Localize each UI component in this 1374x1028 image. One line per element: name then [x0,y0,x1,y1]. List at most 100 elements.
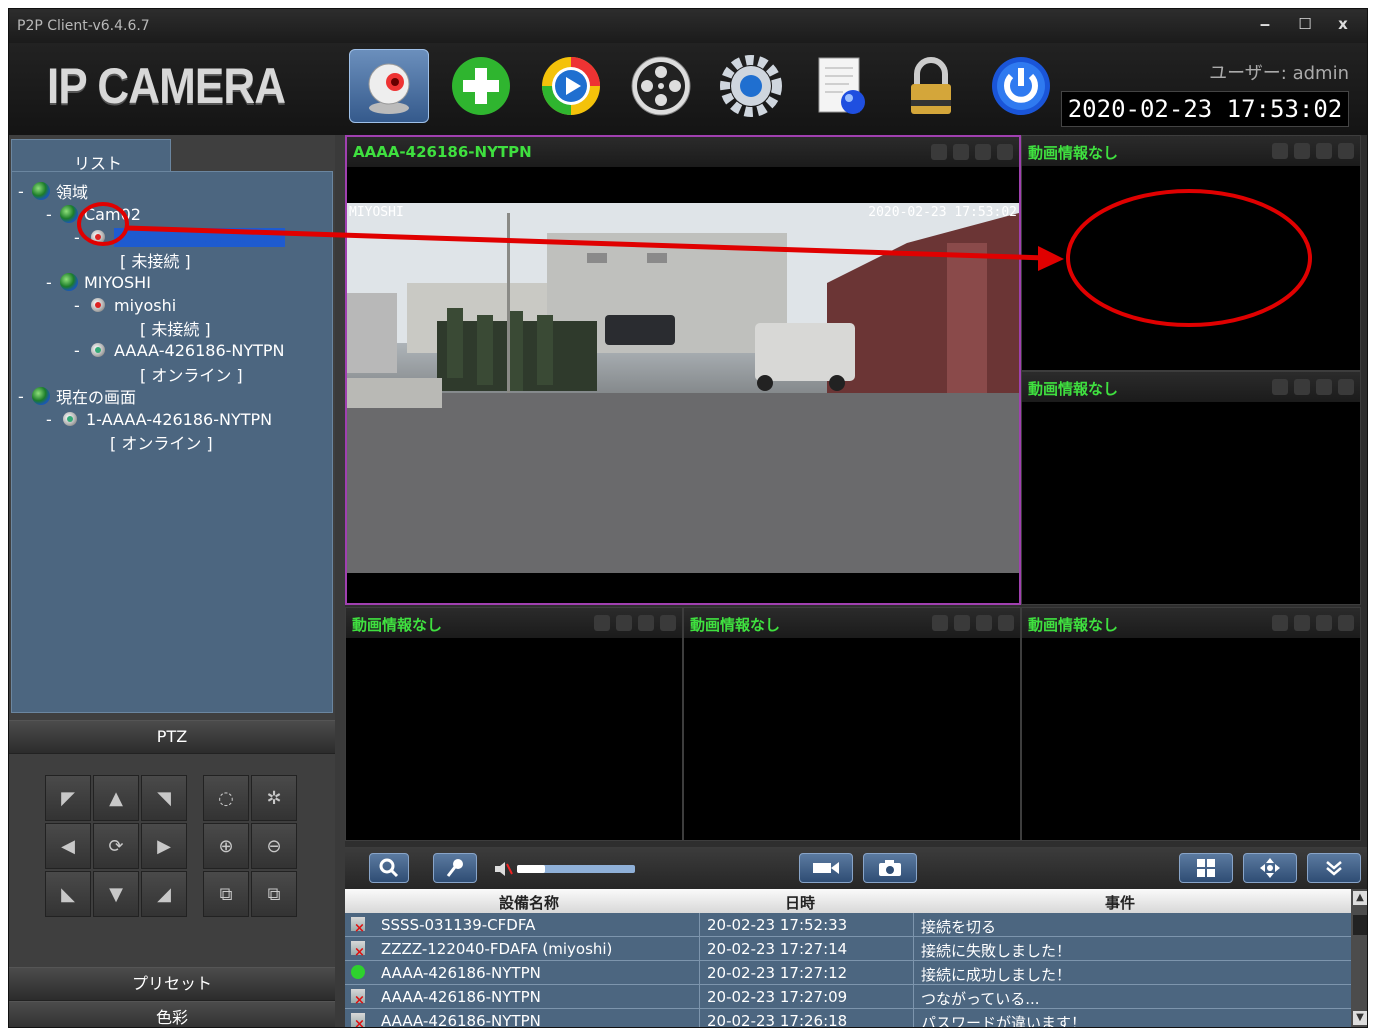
log-button[interactable] [801,49,881,123]
column-header-event[interactable]: 事件 [1105,892,1135,913]
record-icon [976,615,992,631]
video-cell-2[interactable]: 動画情報なし [1021,135,1361,371]
power-button[interactable] [981,49,1061,123]
camera-online-icon [88,341,108,359]
focus-far-button[interactable]: ✲ [251,775,297,821]
ptz-right-button[interactable]: ▶ [141,823,187,869]
left-panel: リスト - 領域 - Cam02 - SSSS-031139-CFDFA [ 未… [9,135,335,1027]
snapshot-button[interactable] [863,853,917,883]
audio-icon [1294,615,1310,631]
table-row[interactable]: AAAA-426186-NYTPN 20-02-23 17:27:12 接続に成… [345,961,1351,985]
volume-slider[interactable] [517,865,635,873]
scroll-thumb[interactable] [1353,915,1367,935]
audio-icon [1294,379,1310,395]
playback-button[interactable] [531,49,611,123]
ptz-icon [931,144,947,160]
lock-button[interactable] [891,49,971,123]
ptz-up-button[interactable]: ▲ [93,775,139,821]
maximize-button[interactable]: ☐ [1289,13,1321,35]
tree-node-current-screen[interactable]: - 現在の画面 [18,385,136,408]
playback-icon [542,57,600,115]
settings-button[interactable] [711,49,791,123]
collapse-log-button[interactable] [1307,853,1361,883]
osd-timestamp: 2020-02-23 17:53:02 [868,205,1017,220]
zoom-out-button[interactable]: ⊖ [251,823,297,869]
camera-offline-icon [88,228,108,246]
video-record-icon [813,862,839,874]
ptz-header[interactable]: PTZ [9,720,335,754]
window-title: P2P Client-v6.4.6.7 [17,18,150,34]
color-header[interactable]: 色彩 [9,1001,335,1027]
video-cell-6[interactable]: 動画情報なし [1021,607,1361,841]
speaker-muted-icon[interactable] [493,861,513,877]
status-disconnected-icon [351,917,365,936]
talk-button[interactable] [433,853,477,883]
log-scrollbar[interactable]: ▲ ▼ [1351,889,1367,1027]
video-cell-title: 動画情報なし [690,616,781,634]
iris-open-button[interactable]: ⧉ [203,871,249,917]
scroll-down-icon[interactable]: ▼ [1353,1011,1367,1025]
status-connecting-icon [351,989,365,1008]
tree-node-miyoshi-device[interactable]: - miyoshi [74,294,176,316]
tree-node-current-aaaa[interactable]: - 1-AAAA-426186-NYTPN [46,408,272,430]
video-grid: AAAA-426186-NYTPN MIYOSHI 2020-02-23 17:… [345,135,1367,847]
status-failed-icon [351,941,365,960]
ptz-down-right-button[interactable]: ◤ [45,775,91,821]
table-row[interactable]: ZZZZ-122040-FDAFA (miyoshi) 20-02-23 17:… [345,937,1351,961]
fullscreen-button[interactable] [1243,853,1297,883]
film-reel-button[interactable] [621,49,701,123]
volume-slider-fill [517,865,545,873]
video-cell-3[interactable]: 動画情報なし [1021,371,1361,605]
ptz-up-left-button[interactable]: ◥ [141,775,187,821]
zoom-in-button[interactable]: ⊕ [203,823,249,869]
column-header-datetime[interactable]: 日時 [785,892,815,913]
video-cell-title: 動画情報なし [1028,380,1119,398]
layout-icon [1338,143,1354,159]
tab-list[interactable]: リスト [11,139,171,175]
camera-view-button[interactable] [349,49,429,123]
camera-view-icon [368,63,410,114]
audio-icon [954,615,970,631]
minimize-button[interactable]: ‒ [1249,13,1281,35]
tree-node-ssss-device[interactable]: - SSSS-031139-CFDFA [74,226,285,248]
ptz-down-button[interactable]: ▼ [93,871,139,917]
record-icon [1316,143,1332,159]
iris-close-button[interactable]: ⧉ [251,871,297,917]
tree-node-miyoshi-group[interactable]: - MIYOSHI [46,271,151,293]
table-row[interactable]: AAAA-426186-NYTPN 20-02-23 17:27:09 つながっ… [345,985,1351,1009]
record-icon [975,144,991,160]
video-cell-5[interactable]: 動画情報なし [683,607,1021,841]
move-arrows-icon [1260,858,1280,878]
record-button[interactable] [799,853,853,883]
clock-display: 2020-02-23 17:53:02 [1061,91,1349,127]
column-header-device[interactable]: 設備名称 [499,892,559,913]
event-log-header: 設備名称 日時 事件 [345,889,1351,913]
video-cell-4[interactable]: 動画情報なし [345,607,683,841]
add-device-button[interactable] [441,49,521,123]
layout-icon [1338,379,1354,395]
scroll-up-icon[interactable]: ▲ [1353,891,1367,905]
video-cell-main[interactable]: AAAA-426186-NYTPN MIYOSHI 2020-02-23 17:… [345,135,1021,605]
event-log-table: 設備名称 日時 事件 SSSS-031139-CFDFA 20-02-23 17… [345,889,1367,1027]
close-button[interactable]: x [1327,13,1359,35]
ptz-center-button[interactable]: ⟳ [93,823,139,869]
tree-node-cam02[interactable]: - Cam02 [46,203,141,225]
globe-icon [32,387,50,405]
ptz-down-right2-button[interactable]: ◢ [141,871,187,917]
table-row[interactable]: SSSS-031139-CFDFA 20-02-23 17:52:33 接続を切… [345,913,1351,937]
layout-grid-button[interactable] [1179,853,1233,883]
focus-near-button[interactable]: ◌ [203,775,249,821]
microphone-icon [446,859,463,877]
audio-icon [1294,143,1310,159]
ptz-icon [1272,615,1288,631]
audio-icon [953,144,969,160]
tree-node-region[interactable]: - 領域 [18,180,88,203]
record-icon [1316,379,1332,395]
table-row[interactable]: AAAA-426186-NYTPN 20-02-23 17:26:18 パスワー… [345,1009,1351,1027]
device-tree: - 領域 - Cam02 - SSSS-031139-CFDFA [ 未接続 ]… [11,171,333,713]
ptz-down-left-button[interactable]: ◣ [45,871,91,917]
zoom-button[interactable] [369,853,409,883]
preset-header[interactable]: プリセット [9,967,335,1001]
ptz-left-button[interactable]: ◀ [45,823,91,869]
tree-node-aaaa-device[interactable]: - AAAA-426186-NYTPN [74,339,285,361]
